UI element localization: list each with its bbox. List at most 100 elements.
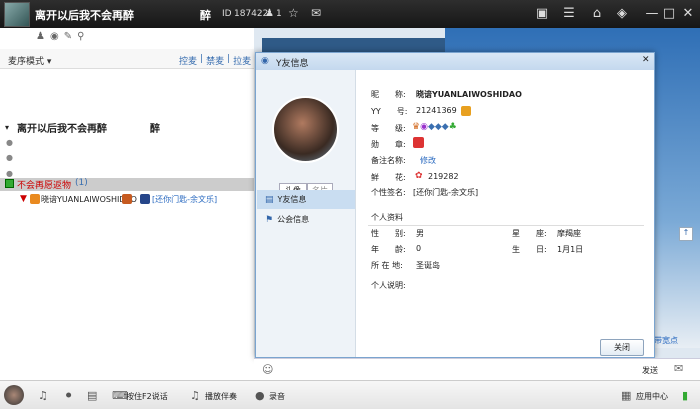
flag-icon: ⚑ [265, 214, 274, 225]
level-icons: ♛◉◆◆◆♣ [412, 122, 457, 132]
sort-mode-label: 麦序模式 [8, 57, 45, 67]
nick-label: 昵 称: [371, 90, 406, 99]
share-icon[interactable]: ✉ [311, 6, 321, 20]
level-label: 等 级: [371, 124, 406, 133]
location-label: 所 在 地: [371, 261, 403, 270]
room-avatar[interactable] [4, 2, 30, 27]
record-icon[interactable]: ● [255, 389, 265, 402]
zodiac-value: 摩羯座 [557, 229, 581, 238]
tv-icon[interactable]: ▣ [533, 5, 551, 23]
search-icon[interactable]: ⚲ [77, 31, 84, 42]
hotkey-button[interactable]: 按住F2说话 [126, 391, 168, 402]
vip-badge-icon: ▼ [20, 194, 27, 204]
guild-badge-icon [140, 194, 150, 204]
age-value: 0 [416, 244, 422, 253]
info-icon: ◉ [261, 56, 269, 66]
star-icon[interactable]: ☆ [288, 6, 299, 20]
remark-edit-link[interactable]: 修改 [420, 155, 436, 166]
role-badge-icon [30, 194, 40, 204]
flower-value: 219282 [428, 172, 459, 181]
room-name: 离开以后我不会再醉 [35, 9, 134, 22]
location-value: 圣诞岛 [416, 261, 440, 270]
list-icon[interactable]: ☰ [560, 5, 578, 23]
collapse-icon: ▾ [5, 122, 10, 132]
yy-label: YY 号: [371, 107, 408, 116]
group-title: 离开以后我不会再醉 [17, 123, 107, 135]
user-avatar[interactable] [4, 385, 24, 405]
room-id-label: ID [222, 9, 232, 19]
medal-icon [413, 137, 424, 148]
profile-icon: ▤ [265, 194, 274, 205]
nav-friend-info-label: Y友信息 [277, 195, 307, 204]
group-subtitle: 醉 [150, 123, 160, 135]
user-add-icon[interactable]: ♟ [36, 31, 45, 42]
close-button[interactable]: 关闭 [600, 339, 644, 356]
room-subtitle: 醉 [200, 9, 211, 22]
user-icon: ♟ [265, 8, 274, 19]
nav-guild-info[interactable]: ⚑ 公会信息 [257, 210, 355, 229]
emoji-icon[interactable]: ☺ [262, 363, 273, 376]
yy-value: 21241369 [416, 106, 457, 115]
profile-photo [272, 96, 339, 163]
signature-label: 个性签名: [371, 188, 406, 197]
accompany-button[interactable]: 播放伴奏 [205, 391, 237, 402]
note-icon[interactable]: ✎ [64, 31, 72, 42]
nav-friend-info[interactable]: ▤ Y友信息 [257, 190, 355, 209]
member-song: [还你门匙-余文乐] [152, 194, 218, 204]
flower-label: 鲜 花: [371, 173, 406, 182]
sort-mode-select[interactable]: 麦序模式 ▾ [8, 54, 51, 67]
bandwidth-text: 带宽点 [654, 336, 678, 345]
equalizer-icon[interactable]: ▤ [87, 389, 97, 402]
chevron-down-icon: ▾ [46, 57, 52, 67]
music-icon[interactable]: ♫ [190, 389, 200, 402]
channel-toolbar: ♟ ◉ ✎ ⚲ [36, 31, 84, 42]
nick-value: 晓谙YUANLAIWOSHIDAO [416, 90, 522, 99]
age-label: 年 龄: [371, 245, 406, 254]
pull-mic-link[interactable]: 拉麦 [233, 54, 251, 67]
bottom-toolbar: ♫ ⚫ ▤ ⌨ 按住F2说话 ♫ 播放伴奏 ● 录音 ▦ 应用中心 ▮ [0, 380, 700, 409]
ban-mic-link[interactable]: 禁麦 [206, 54, 224, 67]
control-mic-link[interactable]: 控麦 [179, 54, 197, 67]
nav-guild-info-label: 公会信息 [277, 215, 310, 224]
app-center-button[interactable]: 应用中心 [636, 391, 668, 402]
record-button[interactable]: 录音 [269, 391, 285, 402]
vip-icon [461, 106, 471, 116]
dialog-close-icon[interactable]: ✕ [642, 55, 650, 65]
lock-icon: ● [6, 138, 13, 147]
chat-input-bar[interactable]: ☺ 发送 ✉ [254, 358, 700, 380]
medal-label: 勋 章: [371, 140, 406, 149]
group-header[interactable]: ▾ 离开以后我不会再醉 醉 [0, 118, 254, 136]
level-badge-icon [122, 194, 132, 204]
speaker-icon[interactable]: ♫ [38, 389, 48, 402]
channel-section-row[interactable]: 不会再愿返物 (1) [0, 178, 254, 191]
channel-status-icon [5, 179, 14, 188]
home-icon[interactable]: ⌂ [588, 5, 606, 23]
remark-label: 备注名称: [371, 156, 406, 165]
close-icon[interactable]: ✕ [679, 5, 697, 23]
microphone-icon[interactable]: ⚫ [64, 389, 73, 402]
divider [368, 225, 644, 226]
dialog-sidebar: 头像 名片 ▤ Y友信息 ⚑ 公会信息 [256, 70, 356, 357]
dialog-title-bar: ◉ Y友信息 ✕ [256, 53, 654, 70]
send-button[interactable]: 发送 [642, 365, 658, 376]
maximize-icon[interactable]: □ [660, 5, 678, 23]
gender-value: 男 [416, 229, 424, 238]
signature-value: [还你门匙-余文乐] [413, 188, 479, 197]
member-row[interactable]: ▼ 晓谙YUANLAIWOSHIDAO [还你门匙-余文乐] [0, 192, 254, 206]
birthday-label: 生 日: [512, 245, 547, 254]
scroll-up-button[interactable]: ↑ [679, 227, 693, 241]
section-title: 不会再愿返物 [17, 181, 72, 191]
description-label: 个人说明: [371, 281, 406, 290]
gamepad-icon[interactable]: ◈ [613, 5, 631, 23]
location-icon[interactable]: ◉ [50, 31, 59, 42]
sort-actions: 控麦 | 禁麦 | 拉麦 [179, 54, 252, 67]
title-bar: 离开以后我不会再醉 醉 ID 187422 ♟ 1 ☆ ✉ ▣ ☰ ⌂ ◈ — … [0, 0, 700, 28]
lock-icon: ● [6, 153, 13, 162]
gender-label: 性 别: [371, 229, 406, 238]
app-grid-icon[interactable]: ▦ [621, 389, 631, 402]
flower-icon: ✿ [415, 171, 423, 181]
chat-bubble-icon[interactable]: ✉ [674, 362, 683, 375]
minimize-icon[interactable]: — [643, 5, 661, 23]
room-id: 187422 [234, 9, 269, 19]
friend-info-dialog: ◉ Y友信息 ✕ 头像 名片 ▤ Y友信息 ⚑ 公会信息 昵 称: 晓谙YUAN… [255, 52, 655, 358]
